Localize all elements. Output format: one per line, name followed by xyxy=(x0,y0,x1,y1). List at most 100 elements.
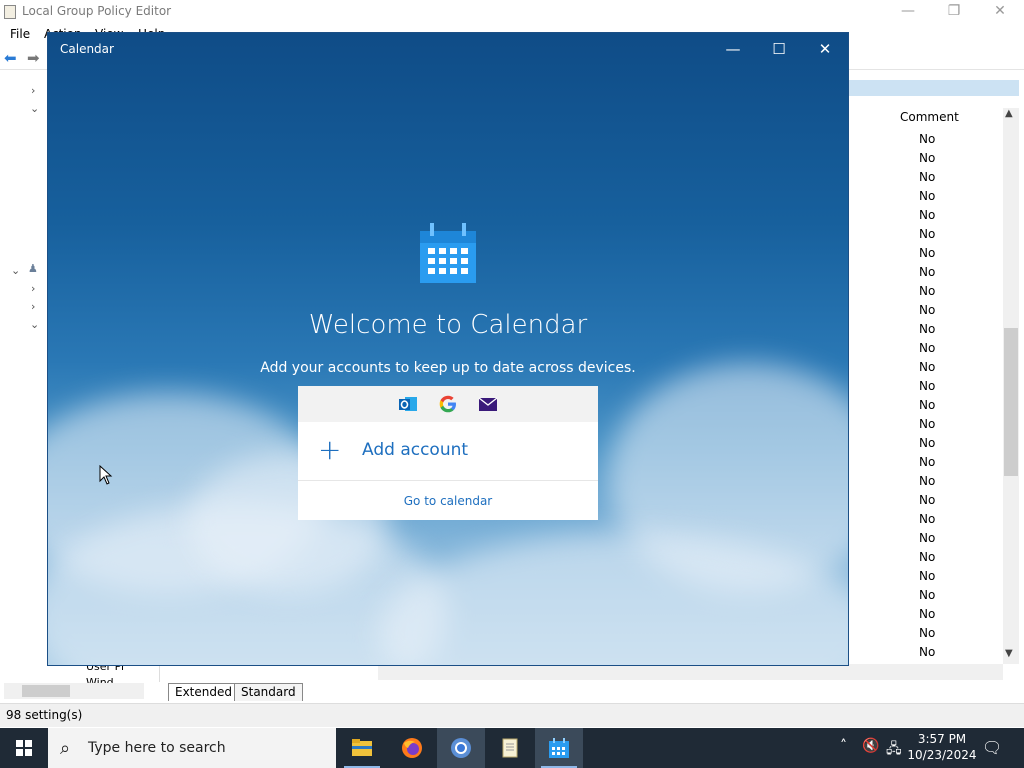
comment-column-header[interactable]: Comment xyxy=(900,110,959,124)
scroll-down-icon[interactable]: ▼ xyxy=(1005,648,1013,659)
close-button[interactable]: ✕ xyxy=(802,33,848,66)
back-arrow-icon[interactable]: ⬅ xyxy=(4,51,22,66)
search-placeholder: Type here to search xyxy=(88,740,226,756)
taskbar-search-box[interactable]: ⌕ Type here to search xyxy=(48,728,336,768)
welcome-heading: Welcome to Calendar xyxy=(308,310,588,340)
table-row[interactable]: No xyxy=(919,550,935,564)
tab-standard[interactable]: Standard xyxy=(234,683,303,701)
google-icon xyxy=(439,395,456,413)
minimize-button[interactable]: — xyxy=(710,33,756,66)
cloud-decoration xyxy=(378,533,848,665)
expand-chevron-icon[interactable]: › xyxy=(31,84,35,97)
firefox-taskbar-button[interactable] xyxy=(388,728,436,768)
calendar-app-icon xyxy=(420,223,476,283)
notifications-icon[interactable]: 🗨 xyxy=(982,738,1002,757)
expand-chevron-icon[interactable]: › xyxy=(31,282,35,295)
table-row[interactable]: No xyxy=(919,208,935,222)
table-row[interactable]: No xyxy=(919,645,935,659)
table-row[interactable]: No xyxy=(919,189,935,203)
forward-arrow-icon[interactable]: ➡ xyxy=(27,51,45,66)
welcome-subtitle: Add your accounts to keep up to date acr… xyxy=(260,360,636,376)
vertical-scrollbar[interactable] xyxy=(1003,108,1019,664)
menu-file[interactable]: File xyxy=(10,27,30,41)
mmc-window-title: Local Group Policy Editor xyxy=(22,4,172,18)
calendar-taskbar-button[interactable] xyxy=(535,728,583,768)
table-row[interactable]: No xyxy=(919,379,935,393)
table-row[interactable]: No xyxy=(919,531,935,545)
scroll-thumb[interactable] xyxy=(22,685,70,697)
status-text: 98 setting(s) xyxy=(6,708,83,722)
list-horizontal-scrollbar[interactable] xyxy=(378,664,1003,680)
table-row[interactable]: No xyxy=(919,360,935,374)
scroll-thumb[interactable] xyxy=(1004,328,1018,476)
table-row[interactable]: No xyxy=(919,132,935,146)
calendar-icon xyxy=(549,738,569,758)
calendar-title-bar: Calendar — ☐ ✕ xyxy=(48,33,848,66)
column-header-strip xyxy=(849,80,1019,96)
table-row[interactable]: No xyxy=(919,246,935,260)
policy-editor-icon xyxy=(4,5,16,19)
maximize-button[interactable]: ☐ xyxy=(756,33,802,66)
table-row[interactable]: No xyxy=(919,455,935,469)
clock-time: 3:57 PM xyxy=(917,732,967,746)
volume-muted-icon[interactable]: 🔇 xyxy=(862,738,879,754)
table-row[interactable]: No xyxy=(919,493,935,507)
tab-extended[interactable]: Extended xyxy=(168,683,239,701)
table-row[interactable]: No xyxy=(919,588,935,602)
add-account-label: Add account xyxy=(362,440,469,460)
notepad-icon xyxy=(502,738,518,758)
table-row[interactable]: No xyxy=(919,322,935,336)
view-tabs: Extended Standard xyxy=(164,682,1004,702)
show-hidden-icons-chevron-icon[interactable]: ˄ xyxy=(840,738,847,754)
provider-icons-row xyxy=(298,386,598,422)
notepad-taskbar-button[interactable] xyxy=(486,728,534,768)
chrome-icon xyxy=(451,738,471,758)
close-button[interactable]: ✕ xyxy=(977,0,1023,23)
table-row[interactable]: No xyxy=(919,303,935,317)
add-account-button[interactable]: + Add account xyxy=(298,422,598,481)
clock-date: 10/23/2024 xyxy=(907,748,977,762)
table-row[interactable]: No xyxy=(919,607,935,621)
mmc-title-bar: Local Group Policy Editor — ❐ ✕ xyxy=(0,0,1024,23)
tree-horizontal-scrollbar[interactable] xyxy=(4,683,144,699)
account-card: + Add account Go to calendar xyxy=(298,386,598,520)
calendar-window-title: Calendar xyxy=(60,42,114,56)
table-row[interactable]: No xyxy=(919,417,935,431)
expand-chevron-icon[interactable]: › xyxy=(31,300,35,313)
file-explorer-taskbar-button[interactable] xyxy=(338,728,386,768)
table-row[interactable]: No xyxy=(919,626,935,640)
mouse-cursor-icon xyxy=(99,465,113,485)
table-row[interactable]: No xyxy=(919,341,935,355)
mail-icon xyxy=(478,397,498,411)
go-to-calendar-link[interactable]: Go to calendar xyxy=(298,482,598,520)
table-row[interactable]: No xyxy=(919,398,935,412)
status-bar: 98 setting(s) xyxy=(0,703,1024,727)
minimize-button[interactable]: — xyxy=(885,0,931,23)
restore-button[interactable]: ❐ xyxy=(931,0,977,23)
calendar-window: Calendar — ☐ ✕ Welcome to Calendar Add y… xyxy=(47,32,849,666)
table-row[interactable]: No xyxy=(919,436,935,450)
taskbar-clock[interactable]: 3:57 PM 10/23/2024 xyxy=(906,731,978,763)
table-row[interactable]: No xyxy=(919,512,935,526)
table-row[interactable]: No xyxy=(919,569,935,583)
table-row[interactable]: No xyxy=(919,227,935,241)
user-config-icon: ♟ xyxy=(28,262,38,275)
table-row[interactable]: No xyxy=(919,170,935,184)
chrome-taskbar-button[interactable] xyxy=(437,728,485,768)
start-button[interactable] xyxy=(0,728,48,768)
scroll-up-icon[interactable]: ▲ xyxy=(1005,108,1013,119)
table-row[interactable]: No xyxy=(919,474,935,488)
table-row[interactable]: No xyxy=(919,284,935,298)
folder-icon xyxy=(352,739,372,756)
collapse-chevron-icon[interactable]: ⌄ xyxy=(30,318,39,331)
search-icon: ⌕ xyxy=(60,738,71,759)
settings-list: Comment No No No No No No No No No No No No No No No No… xyxy=(849,100,1003,678)
collapse-chevron-icon[interactable]: ⌄ xyxy=(30,102,39,115)
table-row[interactable]: No xyxy=(919,265,935,279)
firefox-icon xyxy=(402,738,422,758)
network-icon[interactable]: 🖧 xyxy=(886,738,902,762)
collapse-chevron-icon[interactable]: ⌄ xyxy=(11,264,20,277)
windows-logo-icon xyxy=(16,740,32,756)
outlook-icon xyxy=(399,397,417,411)
table-row[interactable]: No xyxy=(919,151,935,165)
